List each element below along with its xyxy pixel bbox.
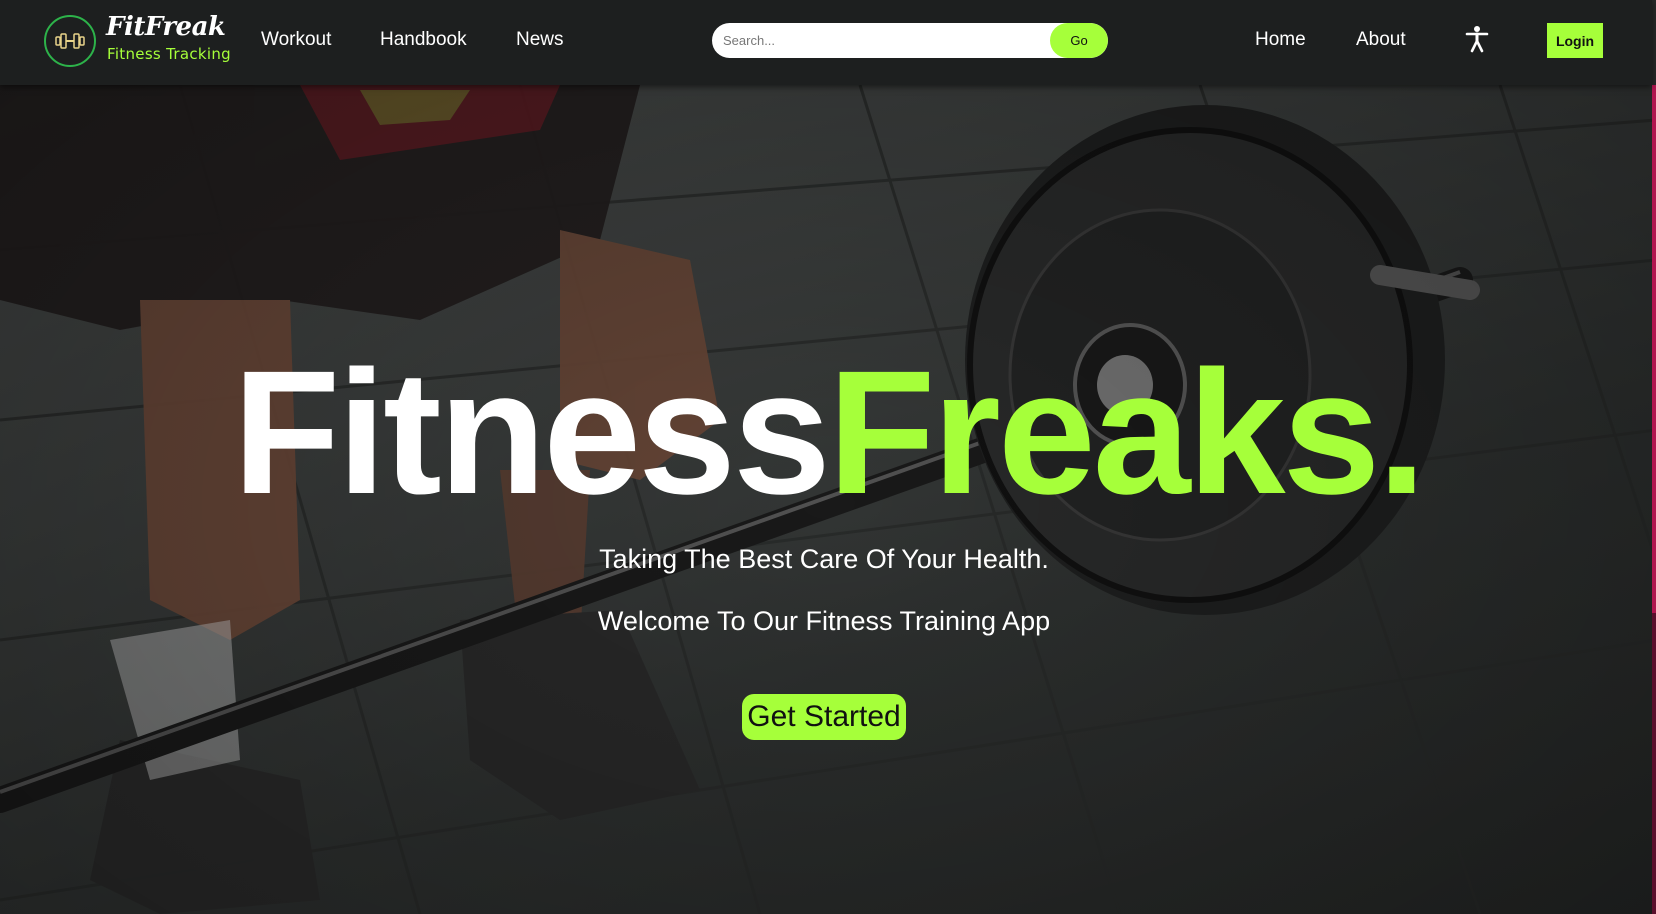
nav-link-workout[interactable]: Workout [261,29,331,51]
search-bar: Go [712,23,1108,58]
hero-headline: FitnessFreaks. [0,345,1656,521]
brand-name[interactable]: FitFreak [106,12,226,42]
top-navbar: FitFreak Fitness Tracking Workout Handbo… [0,0,1652,85]
search-go-button[interactable]: Go [1050,23,1108,58]
dumbbell-icon [55,33,85,49]
headline-white: Fitness [232,335,831,531]
hero-welcome: Welcome To Our Fitness Training App [597,606,1051,636]
edge-strip-lower [1652,613,1656,914]
hero-tagline: Taking The Best Care Of Your Health. [599,544,1049,574]
nav-link-news[interactable]: News [516,29,564,51]
login-button[interactable]: Login [1547,23,1603,58]
accessibility-icon[interactable] [1464,25,1490,53]
brand-subtitle: Fitness Tracking [107,45,231,63]
nav-link-about[interactable]: About [1356,29,1406,51]
get-started-button[interactable]: Get Started [742,694,906,740]
nav-link-home[interactable]: Home [1255,29,1306,51]
nav-link-handbook[interactable]: Handbook [380,29,467,51]
search-input[interactable] [712,23,1050,58]
headline-green: Freaks. [827,335,1426,531]
brand-logo[interactable] [44,15,96,67]
